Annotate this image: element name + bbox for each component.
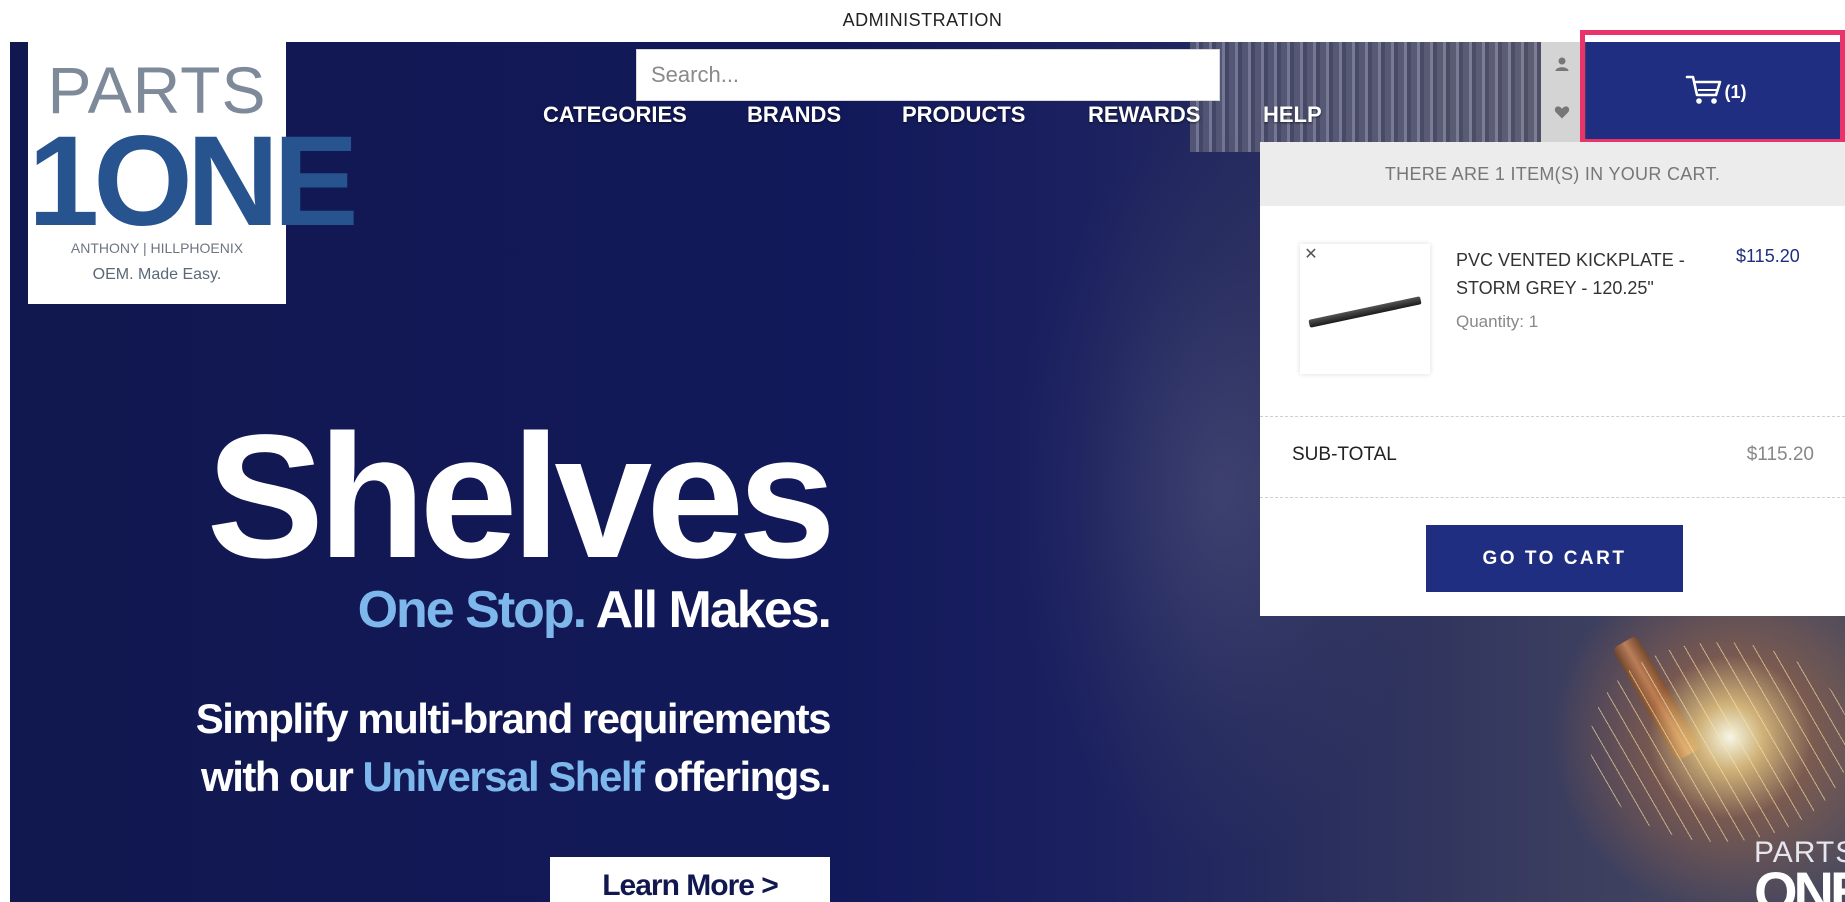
heart-icon[interactable]: [1541, 104, 1583, 125]
hero-copy-line1: Simplify multi-brand requirements: [195, 695, 832, 742]
subtotal-value: $115.20: [1746, 444, 1814, 465]
hero-copy: Simplify multi-brand requirements with o…: [10, 690, 832, 806]
cart-button[interactable]: (1): [1586, 42, 1845, 142]
top-bar: ADMINISTRATION: [0, 0, 1845, 42]
cart-button-content: (1): [1586, 42, 1845, 142]
logo-subtitle: ANTHONY | HILLPHOENIX: [70, 240, 244, 256]
nav-categories[interactable]: CATEGORIES: [543, 102, 687, 128]
user-icon[interactable]: [1541, 56, 1583, 77]
hero-background-spark-lines: [1590, 642, 1845, 842]
hero-copy-line2-accent: Universal Shelf: [362, 753, 645, 800]
hero-copy-line2-pre: with our: [201, 753, 363, 800]
hero-copy-line2-post: offerings.: [643, 753, 832, 800]
cart-count: (1): [1724, 81, 1747, 102]
corner-logo-one: ONE: [1754, 860, 1845, 902]
close-icon[interactable]: ✕: [1300, 244, 1322, 266]
hero-subtitle-accent: One Stop.: [357, 581, 588, 639]
cart-item-name[interactable]: PVC VENTED KICKPLATE - STORM GREY - 120.…: [1456, 246, 1726, 302]
administration-link[interactable]: ADMINISTRATION: [0, 10, 1845, 31]
nav-help[interactable]: HELP: [1263, 102, 1322, 128]
cart-icon: [1685, 73, 1723, 112]
utility-strip: [1541, 42, 1583, 142]
site-logo[interactable]: PARTS 1ONE ANTHONY | HILLPHOENIX OEM. Ma…: [28, 42, 359, 304]
cart-dropdown-divider: [1260, 416, 1845, 417]
cart-dropdown-divider: [1260, 497, 1845, 498]
cart-dropdown: THERE ARE 1 ITEM(S) IN YOUR CART. ✕ PVC …: [1260, 142, 1845, 616]
kickplate-image: [1308, 296, 1422, 328]
cart-item-quantity: Quantity: 1: [1456, 312, 1539, 331]
search-input[interactable]: [636, 49, 1220, 101]
go-to-cart-button[interactable]: GO TO CART: [1426, 525, 1683, 592]
nav-products[interactable]: PRODUCTS: [902, 102, 1025, 128]
nav-brands[interactable]: BRANDS: [747, 102, 841, 128]
hero-subtitle: One Stop. All Makes.: [10, 580, 832, 640]
hero-corner-logo: PARTS ONE: [1754, 836, 1845, 902]
logo-one-text: 1ONE: [28, 110, 359, 253]
nav-rewards[interactable]: REWARDS: [1088, 102, 1200, 128]
hero-subtitle-rest: All Makes.: [585, 581, 832, 639]
logo-tagline: OEM. Made Easy.: [92, 266, 222, 283]
subtotal-label: SUB-TOTAL: [1292, 444, 1397, 465]
cart-item-price: $115.20: [1736, 246, 1800, 266]
hero-title: Shelves: [206, 399, 836, 595]
cart-dropdown-header: THERE ARE 1 ITEM(S) IN YOUR CART.: [1260, 142, 1845, 206]
learn-more-button[interactable]: Learn More >: [550, 857, 830, 902]
hero-copy-line2: with our Universal Shelf offerings.: [10, 748, 832, 806]
